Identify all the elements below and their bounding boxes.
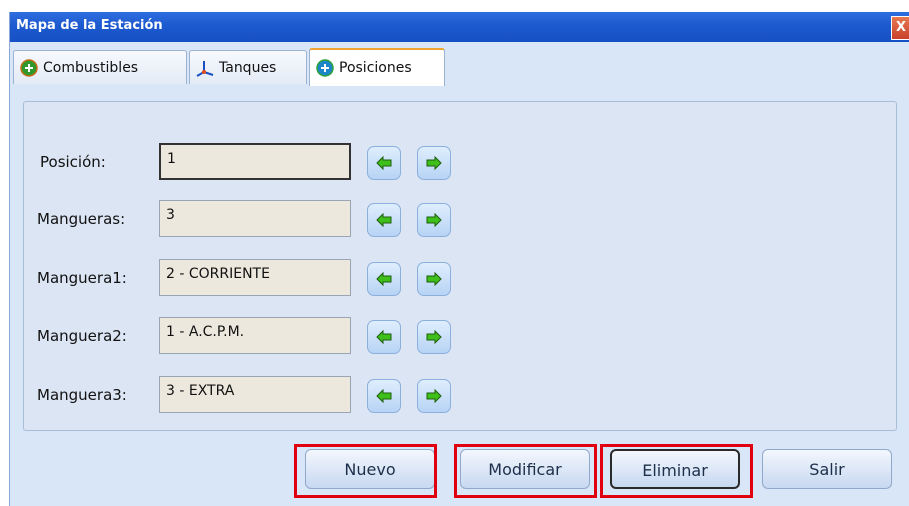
arrow-right-icon bbox=[426, 213, 442, 227]
arrow-left-icon bbox=[376, 389, 392, 403]
field-row-manguera3: Manguera3: 3 - EXTRA bbox=[24, 376, 896, 416]
tab-combustibles[interactable]: Combustibles bbox=[13, 50, 187, 84]
arrow-left-icon bbox=[376, 330, 392, 344]
station-map-window: Mapa de la Estación X Combustibles Tanqu… bbox=[9, 12, 909, 506]
title-bar[interactable]: Mapa de la Estación X bbox=[10, 12, 909, 42]
green-plus-circle-icon bbox=[20, 58, 38, 77]
highlight-box-nuevo bbox=[294, 444, 437, 498]
window-title: Mapa de la Estación bbox=[16, 18, 163, 33]
arrow-left-icon bbox=[376, 156, 392, 170]
axes-3d-icon bbox=[196, 59, 214, 77]
arrow-right-icon bbox=[426, 156, 442, 170]
field-row-manguera1: Manguera1: 2 - CORRIENTE bbox=[24, 259, 896, 299]
tab-label: Combustibles bbox=[43, 59, 139, 76]
tab-label: Tanques bbox=[219, 59, 277, 76]
field-label: Manguera2: bbox=[37, 327, 127, 345]
highlight-box-eliminar bbox=[600, 444, 753, 498]
close-button[interactable]: X bbox=[891, 16, 909, 40]
tab-tanques[interactable]: Tanques bbox=[189, 50, 307, 84]
highlight-box-modificar bbox=[454, 444, 597, 498]
salir-button[interactable]: Salir bbox=[762, 449, 892, 489]
prev-button[interactable] bbox=[367, 203, 401, 237]
prev-button[interactable] bbox=[367, 146, 401, 180]
blue-plus-circle-icon bbox=[316, 59, 334, 77]
field-row-posicion: Posición: 1 bbox=[24, 143, 896, 183]
field-label: Posición: bbox=[40, 153, 106, 171]
prev-button[interactable] bbox=[367, 320, 401, 354]
field-row-manguera2: Manguera2: 1 - A.C.P.M. bbox=[24, 317, 896, 357]
field-row-mangueras: Mangueras: 3 bbox=[24, 200, 896, 240]
manguera2-field[interactable]: 1 - A.C.P.M. bbox=[159, 317, 351, 354]
field-label: Mangueras: bbox=[37, 210, 126, 228]
field-label: Manguera1: bbox=[37, 269, 127, 287]
arrow-right-icon bbox=[426, 272, 442, 286]
arrow-left-icon bbox=[376, 272, 392, 286]
field-label: Manguera3: bbox=[37, 386, 127, 404]
next-button[interactable] bbox=[417, 320, 451, 354]
arrow-right-icon bbox=[426, 389, 442, 403]
tab-bar: Combustibles Tanques Posiciones bbox=[10, 42, 909, 100]
mangueras-field[interactable]: 3 bbox=[159, 200, 351, 237]
prev-button[interactable] bbox=[367, 379, 401, 413]
arrow-right-icon bbox=[426, 330, 442, 344]
next-button[interactable] bbox=[417, 203, 451, 237]
tab-label: Posiciones bbox=[339, 60, 412, 76]
manguera3-field[interactable]: 3 - EXTRA bbox=[159, 376, 351, 413]
positions-panel: Posición: 1 Mangueras: 3 Manguera1: 2 - … bbox=[23, 101, 897, 431]
next-button[interactable] bbox=[417, 379, 451, 413]
arrow-left-icon bbox=[376, 213, 392, 227]
prev-button[interactable] bbox=[367, 262, 401, 296]
next-button[interactable] bbox=[417, 146, 451, 180]
posicion-field[interactable]: 1 bbox=[159, 143, 351, 180]
tab-posiciones[interactable]: Posiciones bbox=[309, 48, 445, 86]
manguera1-field[interactable]: 2 - CORRIENTE bbox=[159, 259, 351, 296]
next-button[interactable] bbox=[417, 262, 451, 296]
